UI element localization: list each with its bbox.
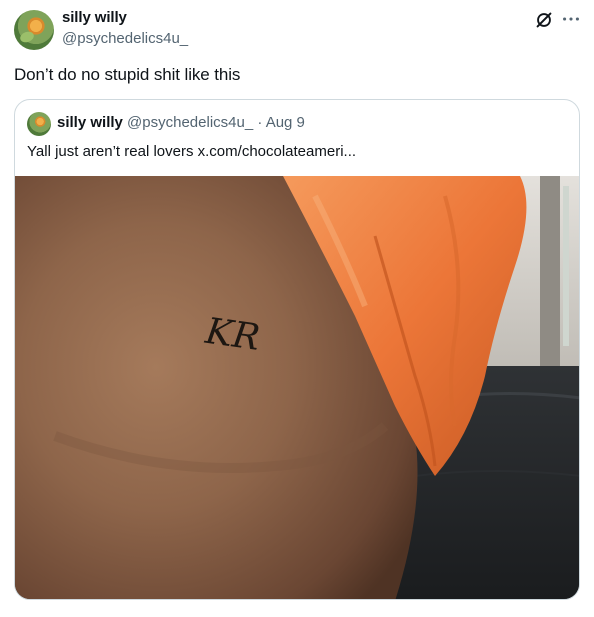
- quoted-tweet[interactable]: silly willy @psychedelics4u_ · Aug 9 Yal…: [14, 99, 580, 600]
- tweet: silly willy @psychedelics4u_ Don’t do no…: [0, 0, 594, 617]
- author-name[interactable]: silly willy: [62, 9, 127, 26]
- quoted-author-name[interactable]: silly willy: [57, 114, 123, 131]
- dot-separator: ·: [257, 114, 263, 131]
- quoted-author-avatar[interactable]: [27, 112, 51, 136]
- quoted-photo[interactable]: KR: [15, 176, 580, 600]
- quoted-header: silly willy @psychedelics4u_ · Aug 9: [57, 114, 305, 131]
- author-avatar[interactable]: [14, 10, 54, 50]
- quoted-author-handle[interactable]: @psychedelics4u_: [127, 114, 253, 131]
- quoted-link[interactable]: x.com/chocolateameri...: [198, 143, 356, 160]
- quoted-text: Yall just aren’t real lovers x.com/choco…: [27, 143, 356, 160]
- quoted-text-body: Yall just aren’t real lovers: [27, 143, 194, 160]
- tweet-text: Don’t do no stupid shit like this: [14, 65, 241, 84]
- quoted-date[interactable]: Aug 9: [266, 114, 305, 131]
- author-handle[interactable]: @psychedelics4u_: [62, 30, 188, 47]
- grok-icon[interactable]: [533, 9, 555, 31]
- tattoo-text: KR: [202, 311, 262, 359]
- more-dots-icon[interactable]: [560, 8, 582, 30]
